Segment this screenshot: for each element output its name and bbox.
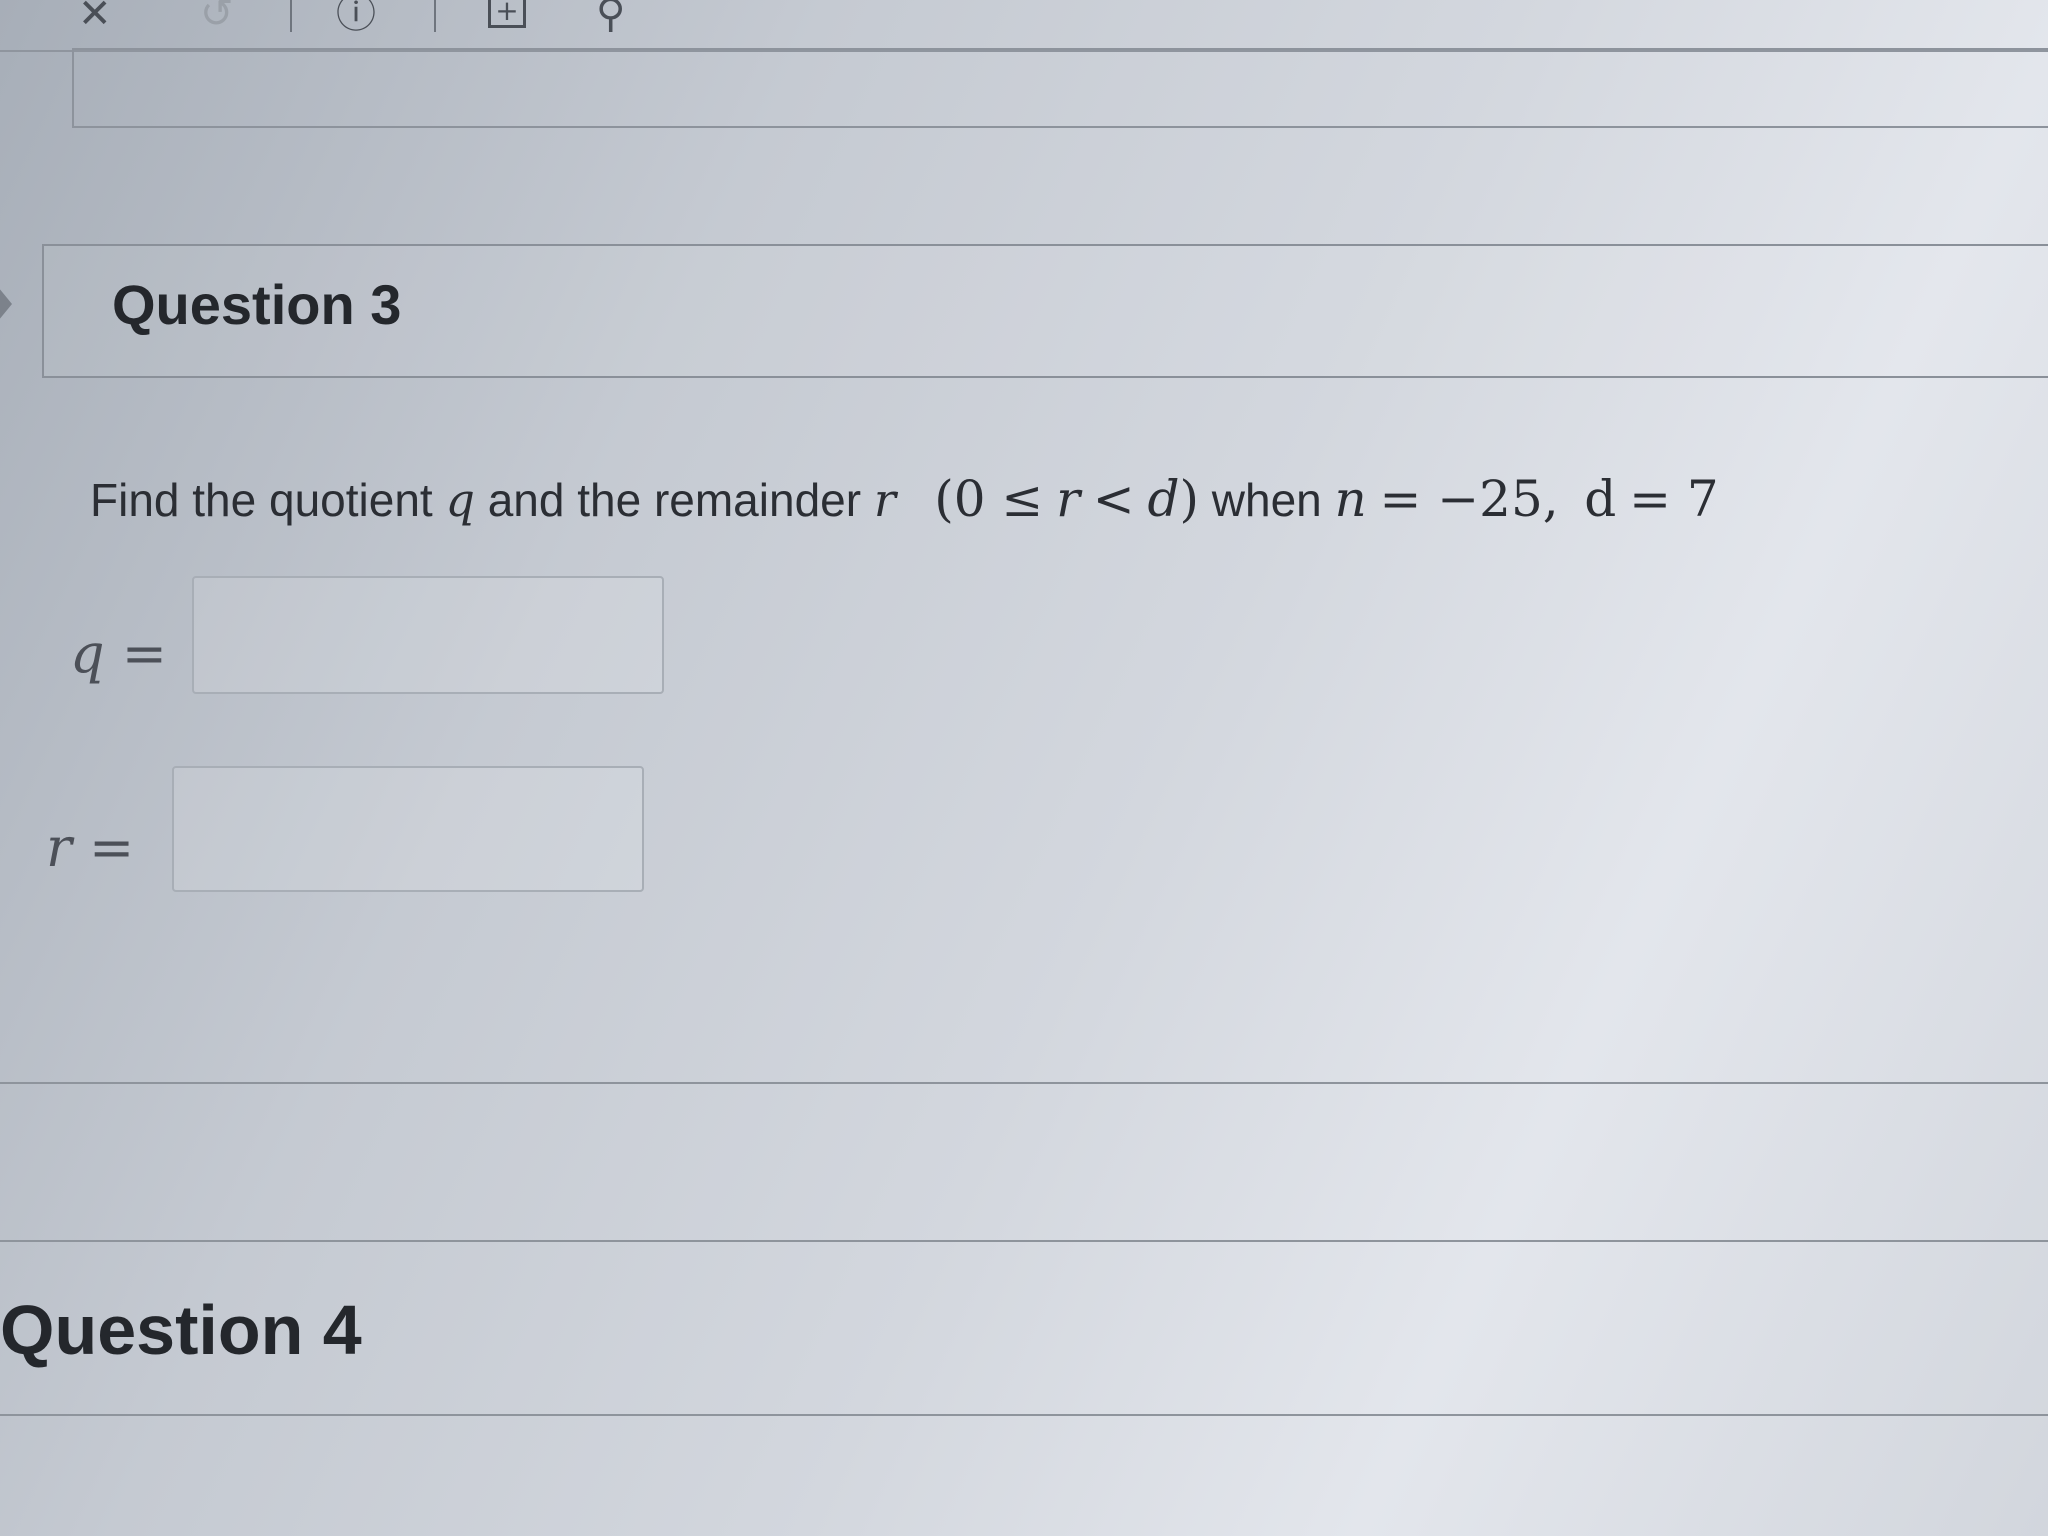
r-answer-label: r = [46,816,134,879]
info-icon[interactable]: ⓘ [336,0,376,34]
add-icon[interactable]: + [488,0,526,28]
empty-text-field[interactable] [72,48,2048,128]
expand-arrow-icon[interactable] [0,282,12,326]
var-d: d [1584,470,1617,528]
quotient-input[interactable] [192,576,664,694]
question-4-title: Question 4 [0,1291,362,1369]
toolbar: ✕ ↺ ⓘ + ⚲ [0,0,2048,52]
section-divider [0,1082,2048,1084]
q-answer-label: q = [70,622,167,685]
condition-lt: < [1092,470,1135,528]
condition-d: d [1147,470,1180,528]
toolbar-separator [434,0,436,32]
r-label-var: r [46,816,72,879]
history-icon[interactable]: ↺ [200,0,234,34]
condition-open: (0 ≤ [934,470,1044,528]
d-value: = 7 [1629,470,1719,528]
r-label-eq: = [89,816,135,879]
toolbar-separator [290,0,292,32]
var-q: q [445,473,475,527]
prompt-text: and the remainder [487,474,862,526]
condition-r: r [1056,470,1080,528]
section-divider [0,1240,2048,1242]
question-3-title: Question 3 [112,273,402,336]
close-icon[interactable]: ✕ [78,0,112,34]
var-n: n [1334,470,1367,528]
section-divider [0,1414,2048,1416]
remainder-input[interactable] [172,766,644,892]
var-r: r [873,473,896,527]
q-label-var: q [70,622,105,685]
condition-close: ) [1179,470,1199,528]
prompt-text: Find the quotient [90,474,433,526]
n-value: = −25, [1379,470,1559,528]
problem-statement: Find the quotient q and the remainder r … [90,470,1719,528]
search-icon[interactable]: ⚲ [596,0,625,34]
prompt-text: when [1211,474,1322,526]
q-label-eq: = [121,622,167,685]
